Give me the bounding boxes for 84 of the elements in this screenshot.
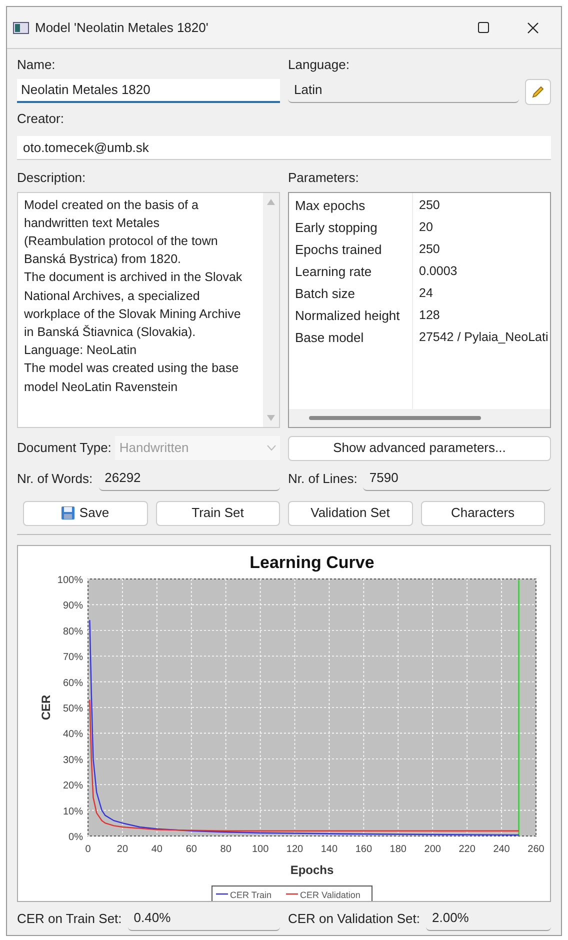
creator-field[interactable]: oto.tomecek@umb.sk xyxy=(17,136,551,160)
action-button[interactable]: Train Set xyxy=(156,500,280,526)
description-line: handwritten text Metales xyxy=(24,214,160,232)
y-tick-label: 40% xyxy=(62,728,83,740)
pencil-icon xyxy=(531,84,545,98)
x-tick-label: 80 xyxy=(220,844,232,854)
app-icon xyxy=(13,22,29,34)
horizontal-scrollbar[interactable] xyxy=(289,408,550,426)
legend-label: CER Train xyxy=(230,890,272,900)
x-tick-label: 200 xyxy=(424,844,441,854)
parameter-name: Base model xyxy=(295,328,365,346)
action-button[interactable]: Validation Set xyxy=(288,500,412,526)
document-type-label: Document Type: xyxy=(17,439,112,458)
cer-train-label: CER on Train Set: xyxy=(17,910,122,928)
x-tick-label: 60 xyxy=(186,844,197,854)
parameter-name: Early stopping xyxy=(295,218,378,236)
parameter-value: 20 xyxy=(419,218,434,236)
x-tick-label: 20 xyxy=(116,844,128,854)
y-axis-title: CER xyxy=(39,694,53,720)
parameter-name: Max epochs xyxy=(295,196,366,214)
parameter-name: Normalized height xyxy=(295,306,401,324)
parameter-value: 24 xyxy=(419,284,434,302)
x-tick-label: 120 xyxy=(286,844,304,854)
x-tick-label: 140 xyxy=(320,844,338,854)
description-line: Banská Bystrica) from 1820. xyxy=(24,251,182,268)
description-line: The document is archived in the Slovak xyxy=(24,269,244,286)
description-text-area[interactable] xyxy=(17,192,280,428)
description-line: Language: NeoLatin xyxy=(24,342,138,360)
x-tick-label: 100 xyxy=(252,844,269,854)
y-tick-label: 90% xyxy=(62,600,83,612)
language-label: Language: xyxy=(288,56,350,74)
parameter-name: Batch size xyxy=(295,284,356,302)
parameter-value: 250 xyxy=(419,240,441,258)
parameters-label: Parameters: xyxy=(288,169,360,187)
vertical-scrollbar[interactable] xyxy=(263,192,279,426)
y-tick-label: 80% xyxy=(62,626,83,637)
y-tick-label: 60% xyxy=(62,677,83,688)
x-tick-label: 220 xyxy=(458,844,476,854)
description-line: Model created on the basis of a xyxy=(24,196,200,214)
description-line: (Reambulation protocol of the town xyxy=(24,232,219,250)
chart-title: Learning Curve xyxy=(250,552,374,572)
scrollbar-thumb[interactable] xyxy=(309,416,481,420)
y-tick-label: 20% xyxy=(62,780,83,792)
x-tick-label: 180 xyxy=(390,844,406,854)
cer-validation-label: CER on Validation Set: xyxy=(288,910,420,928)
name-field[interactable]: Neolatin Metales 1820 xyxy=(17,78,280,102)
creator-label: Creator: xyxy=(17,110,65,128)
description-line: The model was created using the base xyxy=(24,360,240,378)
advanced-parameters-button[interactable]: Show advanced parameters... xyxy=(288,436,551,460)
description-label: Description: xyxy=(17,169,87,187)
description-line: model NeoLatin Ravenstein xyxy=(24,378,179,396)
y-tick-label: 50% xyxy=(62,703,83,714)
description-line: National Archives, a specialized xyxy=(24,288,201,305)
edit-button[interactable] xyxy=(525,78,551,104)
y-tick-label: 100% xyxy=(57,574,83,586)
legend-label: CER Validation xyxy=(300,890,360,900)
y-tick-label: 70% xyxy=(62,652,83,663)
action-button[interactable]: Characters xyxy=(420,500,545,526)
x-tick-label: 160 xyxy=(355,844,372,854)
name-label: Name: xyxy=(17,56,56,74)
scroll-down-icon xyxy=(267,414,275,420)
x-axis-title: Epochs xyxy=(290,862,334,876)
y-tick-label: 10% xyxy=(62,806,83,817)
parameter-value: 250 xyxy=(419,196,441,214)
x-tick-label: 40 xyxy=(151,844,162,854)
description-line: in Banská Štiavnica (Slovakia). xyxy=(24,324,197,341)
x-tick-label: 0 xyxy=(85,844,91,854)
parameter-value: 0.0003 xyxy=(419,262,458,280)
chevron-down-icon xyxy=(267,445,276,451)
x-tick-label: 240 xyxy=(493,844,510,854)
lines-label: Nr. of Lines: xyxy=(288,470,358,488)
scroll-up-icon xyxy=(267,198,275,204)
description-line: workplace of the Slovak Mining Archive xyxy=(24,306,242,323)
window-title: Model 'Neolatin Metales 1820' xyxy=(35,18,210,37)
parameter-value: 128 xyxy=(419,306,441,324)
parameter-name: Learning rate xyxy=(295,262,373,280)
words-label: Nr. of Words: xyxy=(17,470,93,488)
close-icon xyxy=(527,22,539,34)
maximize-icon xyxy=(478,22,488,33)
y-tick-label: 30% xyxy=(62,754,83,766)
parameter-name: Epochs trained xyxy=(295,240,383,258)
save-button[interactable]: Save xyxy=(23,500,148,526)
y-tick-label: 0% xyxy=(68,832,83,842)
x-tick-label: 260 xyxy=(528,844,544,854)
